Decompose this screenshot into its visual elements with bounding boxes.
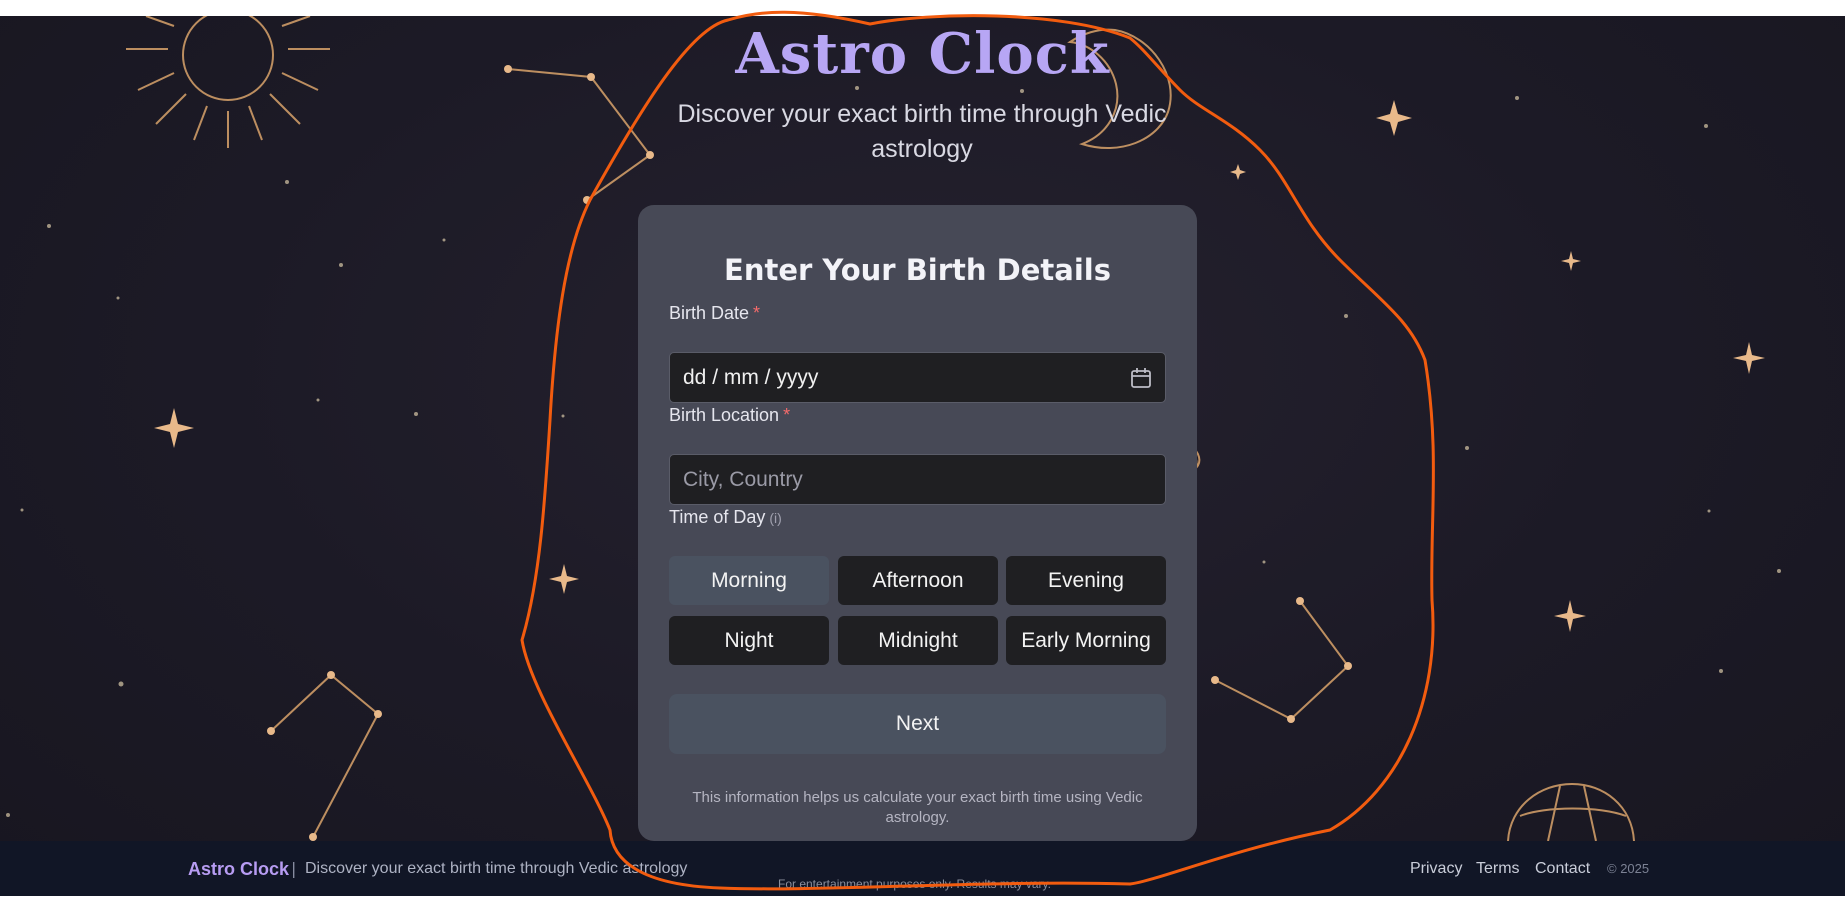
option-midnight[interactable]: Midnight xyxy=(838,616,998,665)
next-button[interactable]: Next xyxy=(669,694,1166,754)
time-of-day-label: Time of Day (i) xyxy=(669,507,782,527)
birth-date-label: Birth Date * xyxy=(669,303,761,323)
footer-link-contact[interactable]: Contact xyxy=(1535,860,1590,878)
app-subtitle: Discover your exact birth time through V… xyxy=(677,100,1167,163)
form-heading: Enter Your Birth Details xyxy=(724,253,1111,287)
footer-separator: | xyxy=(291,859,297,878)
required-mark: * xyxy=(783,405,791,425)
footer-copyright: © 2025 xyxy=(1607,861,1650,876)
planet-icon xyxy=(1507,782,1635,842)
birth-location-label: Birth Location * xyxy=(669,405,791,425)
constellation-icon xyxy=(1214,600,1350,721)
birth-date-value: dd / mm / yyyy xyxy=(683,365,819,389)
app-background: Astro Clock Discover your exact birth ti… xyxy=(0,16,1845,896)
footer-tagline: Discover your exact birth time through V… xyxy=(305,860,688,877)
option-afternoon[interactable]: Afternoon xyxy=(838,556,998,605)
constellation-icon xyxy=(507,68,652,201)
footer-link-terms[interactable]: Terms xyxy=(1476,860,1520,878)
birth-location-placeholder: City, Country xyxy=(683,467,803,491)
footer-link-privacy[interactable]: Privacy xyxy=(1410,860,1462,878)
required-mark: * xyxy=(753,303,761,323)
calendar-icon[interactable] xyxy=(1130,367,1152,389)
form-note: This information helps us calculate your… xyxy=(692,789,1143,826)
info-icon[interactable]: (i) xyxy=(769,510,781,526)
footer-disclaimer: For entertainment purposes only. Results… xyxy=(778,877,1051,891)
birth-date-input[interactable]: dd / mm / yyyy xyxy=(669,352,1166,403)
option-night[interactable]: Night xyxy=(669,616,829,665)
option-morning[interactable]: Morning xyxy=(669,556,829,605)
constellation-icon xyxy=(270,673,380,838)
birth-details-card: Enter Your Birth Details Birth Date * dd … xyxy=(638,205,1197,841)
option-early-morning[interactable]: Early Morning xyxy=(1006,616,1166,665)
option-evening[interactable]: Evening xyxy=(1006,556,1166,605)
birth-location-input[interactable]: City, Country xyxy=(669,454,1166,505)
footer-brand[interactable]: Astro Clock xyxy=(188,859,289,880)
app-title: Astro Clock xyxy=(735,21,1110,87)
